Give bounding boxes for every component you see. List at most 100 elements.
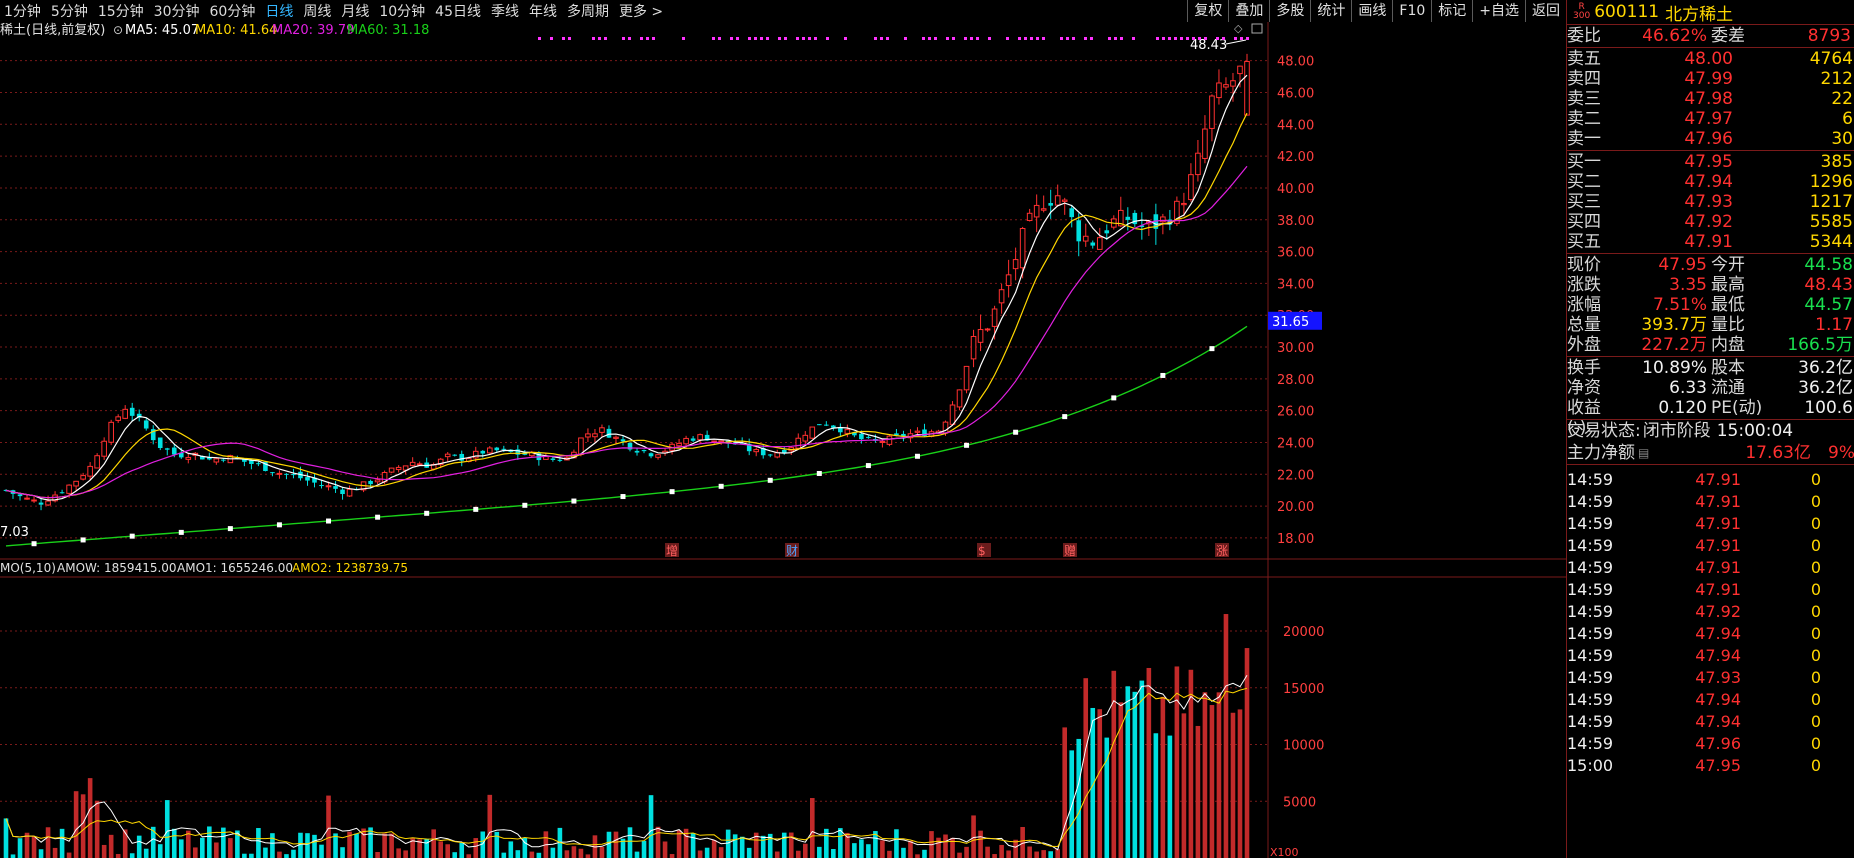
tick-volume: 0: [1810, 580, 1821, 599]
volume-bar: [108, 834, 114, 858]
period-tab[interactable]: 多周期: [567, 1, 609, 21]
volume-bar: [129, 853, 135, 858]
candle-body: [949, 404, 956, 425]
quote-label: 内盘: [1711, 335, 1745, 355]
event-marker[interactable]: $: [978, 544, 986, 558]
tick-time: 14:59: [1567, 690, 1614, 709]
quote-value: 166.5万: [1787, 335, 1853, 355]
candle-body: [683, 437, 689, 445]
period-tab[interactable]: 15分钟: [98, 1, 144, 21]
volume-bar: [319, 844, 324, 858]
event-marker[interactable]: 财: [786, 544, 798, 558]
volume-tick: 5000: [1283, 795, 1316, 810]
event-marker[interactable]: 涨: [1216, 543, 1228, 558]
amo2-legend: AMO2: 1238739.75: [292, 561, 408, 575]
main-flow-row[interactable]: 主力净额 ▤ 17.63亿 9%: [1567, 442, 1854, 465]
quote-row: 收益(-) 0.120 PE(动) 100.6: [1567, 398, 1854, 438]
tick-volume: 0: [1810, 514, 1821, 533]
candle-body: [1195, 152, 1201, 176]
quote-label: 收益(-): [1567, 398, 1601, 438]
tool-button[interactable]: 标记: [1431, 0, 1472, 22]
signal-dot: [550, 37, 553, 40]
event-marker[interactable]: 增: [666, 544, 678, 558]
volume-bar: [487, 794, 493, 858]
period-tab[interactable]: 30分钟: [154, 1, 200, 21]
volume-bar: [1027, 846, 1032, 858]
trade-status-time: 15:00:04: [1716, 421, 1794, 441]
period-tab[interactable]: 45日线: [435, 1, 481, 21]
period-tab[interactable]: 60分钟: [210, 1, 256, 21]
tick-list[interactable]: 14:59 47.91 0 14:59 47.91 0 14:59 47.91 0 14:5…: [1567, 465, 1854, 777]
level-label: 买二: [1567, 172, 1601, 192]
candle-body: [599, 427, 605, 433]
period-tab[interactable]: 周线: [303, 1, 331, 21]
tick-direction: [1821, 579, 1851, 601]
volume-bar: [1202, 692, 1208, 858]
ma60-marker: [473, 506, 479, 512]
signal-dot: [934, 37, 937, 40]
tool-button[interactable]: 统计: [1310, 0, 1351, 22]
tool-button[interactable]: 叠加: [1228, 0, 1269, 22]
period-tab[interactable]: 月线: [341, 1, 369, 21]
volume-bar: [80, 794, 86, 858]
period-tab[interactable]: 日线: [265, 1, 293, 21]
signal-dot: [778, 37, 781, 40]
candle-body: [185, 456, 192, 460]
quote-row: 换手 10.89% 股本 36.2亿: [1567, 358, 1854, 378]
tool-button[interactable]: 复权: [1187, 0, 1228, 22]
signal-dot: [1024, 37, 1027, 40]
tool-button[interactable]: +自选: [1472, 0, 1525, 22]
quote-value: 0.120: [1658, 398, 1707, 418]
market-badge: R 300: [1573, 2, 1591, 21]
level-price: 47.97: [1684, 109, 1733, 129]
level-label: 卖二: [1567, 109, 1601, 129]
ma10-legend: MA10: 41.64: [195, 23, 277, 38]
tool-button[interactable]: F10: [1392, 0, 1431, 22]
period-tab[interactable]: 年线: [529, 1, 557, 21]
volume-bar: [382, 833, 387, 858]
quote-value: 10.89%: [1642, 358, 1707, 378]
candle-body: [333, 486, 338, 489]
event-marker[interactable]: 赠: [1064, 544, 1076, 558]
tick-volume: 0: [1810, 668, 1821, 687]
period-tab[interactable]: 10分钟: [379, 1, 425, 21]
period-tab[interactable]: 更多 >: [619, 1, 663, 21]
volume-title: MO(5,10): [0, 561, 56, 575]
candle-body: [1033, 204, 1040, 218]
signal-dot: [904, 37, 907, 40]
dropdown-icon[interactable]: ⊙: [113, 23, 123, 37]
tool-button[interactable]: 画线: [1351, 0, 1392, 22]
volume-bar: [157, 844, 163, 858]
volume-bar: [1223, 614, 1229, 858]
high-pointer: [1225, 39, 1247, 45]
level-price: 47.91: [1684, 232, 1733, 252]
candle-body: [94, 455, 100, 469]
ask-row: 卖四 47.99 212: [1567, 69, 1854, 89]
period-tab[interactable]: 5分钟: [51, 1, 88, 21]
level-volume: 385: [1820, 152, 1853, 172]
tool-button[interactable]: 返回: [1525, 0, 1566, 22]
signal-dot: [802, 37, 805, 40]
signal-dot: [754, 37, 757, 40]
volume-bar: [291, 849, 296, 858]
period-tab[interactable]: 1分钟: [4, 1, 41, 21]
window-icon[interactable]: [1251, 23, 1263, 34]
diamond-icon[interactable]: ◇: [1234, 22, 1243, 35]
volume-bar: [263, 847, 268, 858]
volume-bar: [1230, 712, 1236, 858]
period-tab[interactable]: 季线: [491, 1, 519, 21]
candle-body: [1244, 60, 1250, 116]
candle-body: [221, 459, 226, 461]
volume-bar: [1237, 709, 1243, 858]
volume-bar: [894, 829, 899, 858]
kline-chart[interactable]: 稀土(日线,前复权) MA5: 45.07MA10: 41.64MA20: 39.…: [0, 22, 1566, 858]
signal-dot: [598, 37, 601, 40]
volume-bar: [564, 850, 570, 858]
tool-button[interactable]: 多股: [1269, 0, 1310, 22]
signal-dot: [886, 37, 889, 40]
quote-row: 现价 47.95 今开 44.58: [1567, 255, 1854, 275]
period-tabs: 1分钟 5分钟 15分钟 30分钟 60分钟 日线 周线 月线 10分钟 45日线 季线 年线 多周期更…: [0, 1, 673, 21]
list-icon[interactable]: ▤: [1638, 442, 1649, 464]
level-price: 48.00: [1684, 49, 1733, 69]
signal-dot: [814, 37, 817, 40]
